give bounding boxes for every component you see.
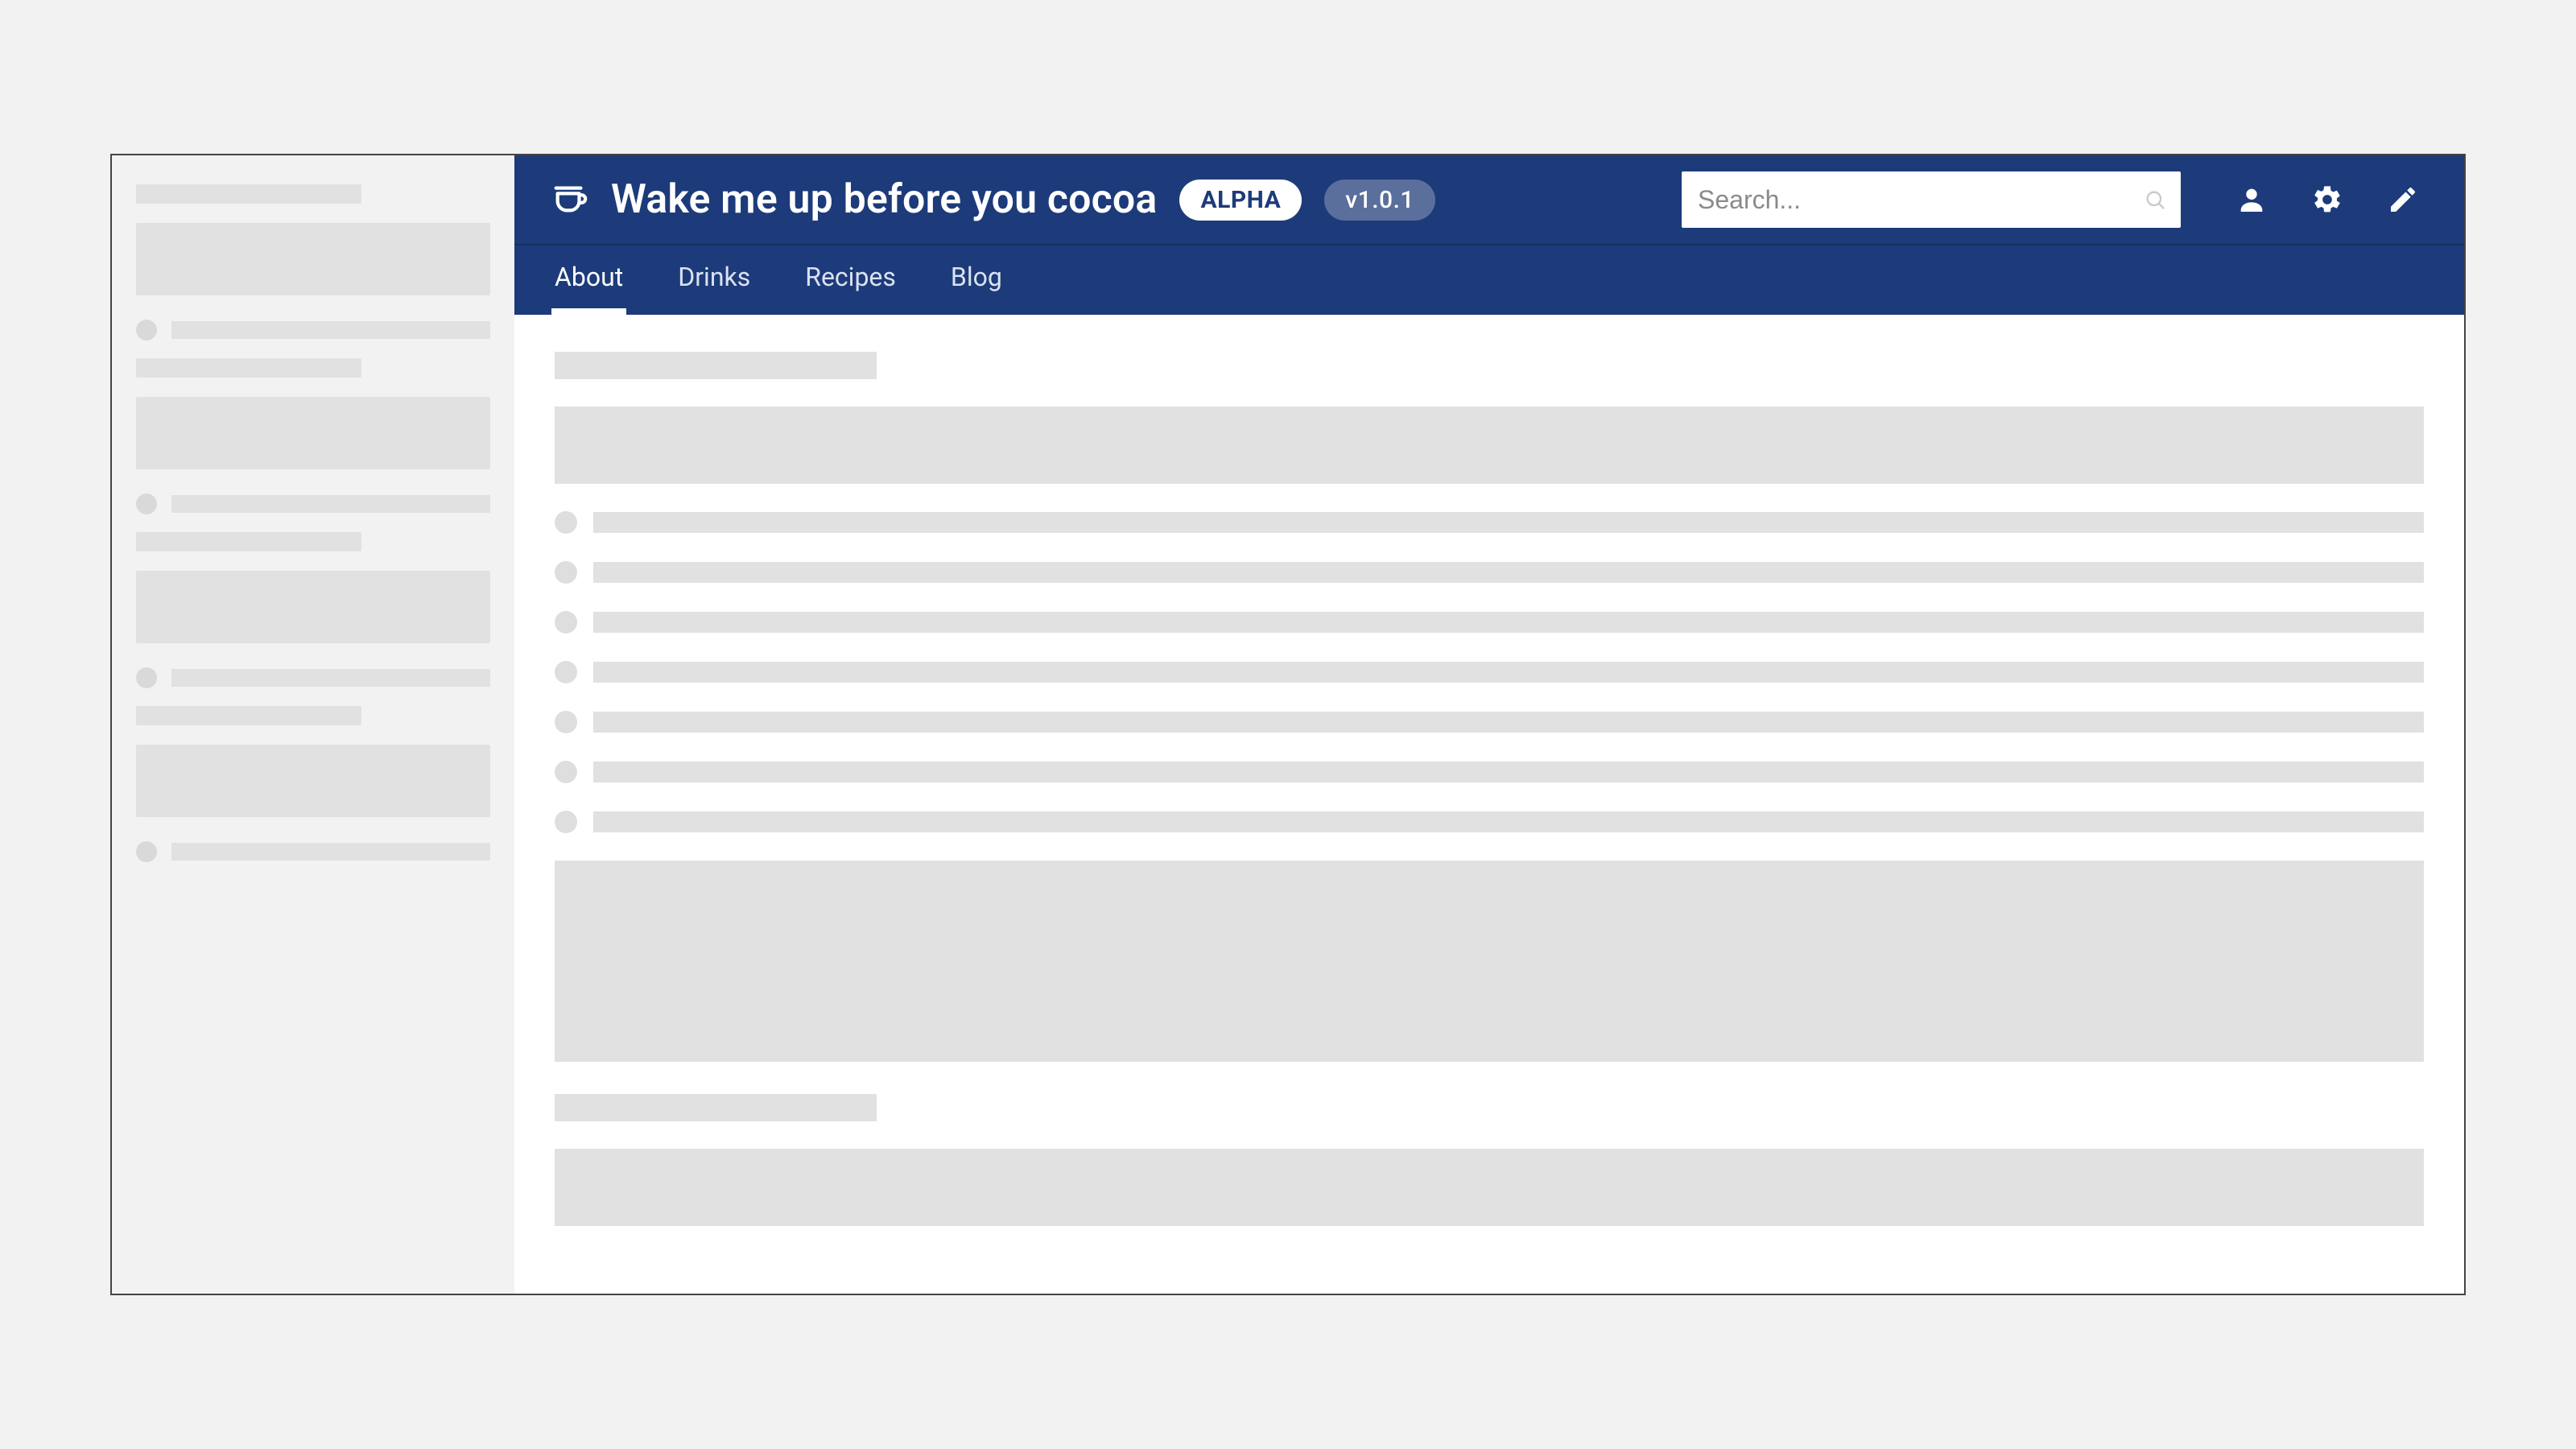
search-wrap bbox=[1682, 171, 2181, 228]
sidebar-skeleton-line bbox=[171, 495, 490, 513]
content-skeleton-line bbox=[593, 612, 2424, 633]
content-skeleton bbox=[514, 315, 2464, 1294]
sidebar-skeleton-line bbox=[171, 843, 490, 861]
content-skeleton-dot bbox=[555, 611, 577, 634]
tab-label: Drinks bbox=[678, 262, 750, 292]
content-skeleton-item bbox=[555, 561, 2424, 584]
content-skeleton-line bbox=[593, 811, 2424, 832]
tab-label: Recipes bbox=[805, 262, 896, 292]
content-skeleton-item bbox=[555, 711, 2424, 733]
tab-drinks[interactable]: Drinks bbox=[675, 246, 753, 315]
header-icon-group bbox=[2227, 175, 2427, 224]
content-skeleton-dot bbox=[555, 661, 577, 683]
sidebar-skeleton-dot bbox=[136, 493, 157, 514]
tab-label: About bbox=[555, 262, 623, 292]
sidebar-skeleton-block bbox=[136, 745, 490, 817]
sidebar bbox=[112, 155, 514, 1294]
pencil-icon bbox=[2387, 184, 2419, 216]
search-input[interactable] bbox=[1682, 171, 2181, 228]
tab-blog[interactable]: Blog bbox=[947, 246, 1005, 315]
content-skeleton-heading bbox=[555, 1094, 877, 1121]
content-skeleton-block bbox=[555, 1149, 2424, 1226]
cup-icon bbox=[551, 181, 588, 218]
tab-recipes[interactable]: Recipes bbox=[802, 246, 899, 315]
app-frame: Wake me up before you cocoa ALPHA v1.0.1 bbox=[110, 154, 2466, 1295]
content-skeleton-block bbox=[555, 407, 2424, 484]
badge-version: v1.0.1 bbox=[1324, 180, 1435, 221]
gear-icon bbox=[2311, 184, 2343, 216]
sidebar-skeleton-item bbox=[136, 667, 490, 688]
content-skeleton-item bbox=[555, 811, 2424, 833]
header-tabs: About Drinks Recipes Blog bbox=[514, 246, 2464, 315]
sidebar-skeleton-dot bbox=[136, 841, 157, 862]
content-skeleton-dot bbox=[555, 511, 577, 534]
content-skeleton-line bbox=[593, 762, 2424, 782]
badge-alpha: ALPHA bbox=[1179, 180, 1302, 221]
content-skeleton-dot bbox=[555, 761, 577, 783]
content-skeleton-item bbox=[555, 611, 2424, 634]
content-skeleton-dot bbox=[555, 561, 577, 584]
app-title: Wake me up before you cocoa bbox=[611, 176, 1157, 223]
content-skeleton-item bbox=[555, 761, 2424, 783]
user-button[interactable] bbox=[2227, 175, 2276, 224]
content-skeleton-line bbox=[593, 512, 2424, 533]
sidebar-skeleton-item bbox=[136, 320, 490, 341]
sidebar-skeleton-heading bbox=[136, 706, 361, 725]
sidebar-skeleton-block bbox=[136, 223, 490, 295]
tab-about[interactable]: About bbox=[551, 246, 626, 315]
content-skeleton-dot bbox=[555, 811, 577, 833]
content-skeleton-line bbox=[593, 662, 2424, 683]
sidebar-skeleton-item bbox=[136, 841, 490, 862]
sidebar-skeleton-heading bbox=[136, 184, 361, 204]
sidebar-skeleton-block bbox=[136, 571, 490, 643]
page-header: Wake me up before you cocoa ALPHA v1.0.1 bbox=[514, 155, 2464, 315]
main-column: Wake me up before you cocoa ALPHA v1.0.1 bbox=[514, 155, 2464, 1294]
content-skeleton-dot bbox=[555, 711, 577, 733]
tab-label: Blog bbox=[951, 262, 1002, 292]
content-skeleton-heading bbox=[555, 352, 877, 379]
user-icon bbox=[2235, 184, 2268, 216]
content-skeleton-item bbox=[555, 661, 2424, 683]
sidebar-skeleton-line bbox=[171, 321, 490, 339]
settings-button[interactable] bbox=[2303, 175, 2351, 224]
content-skeleton-bigblock bbox=[555, 861, 2424, 1062]
search-icon bbox=[2144, 188, 2166, 211]
content-skeleton-item bbox=[555, 511, 2424, 534]
sidebar-skeleton-dot bbox=[136, 667, 157, 688]
sidebar-skeleton-block bbox=[136, 397, 490, 469]
sidebar-skeleton-dot bbox=[136, 320, 157, 341]
sidebar-skeleton-heading bbox=[136, 532, 361, 551]
content-skeleton-line bbox=[593, 712, 2424, 733]
sidebar-skeleton-line bbox=[171, 669, 490, 687]
header-top-bar: Wake me up before you cocoa ALPHA v1.0.1 bbox=[514, 155, 2464, 246]
sidebar-skeleton-item bbox=[136, 493, 490, 514]
sidebar-skeleton-heading bbox=[136, 358, 361, 378]
content-skeleton-line bbox=[593, 562, 2424, 583]
edit-button[interactable] bbox=[2379, 175, 2427, 224]
